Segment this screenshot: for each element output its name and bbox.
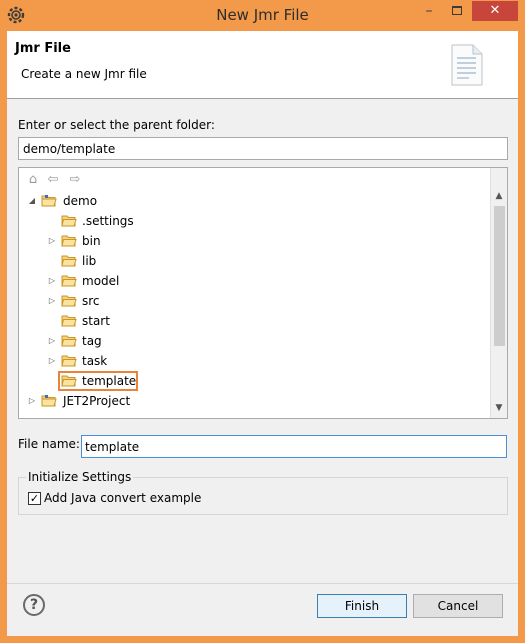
tree-item-label: template [82, 374, 137, 388]
tree-item-label: start [82, 314, 110, 328]
tree-item-demo[interactable]: ◢ demo [19, 191, 489, 211]
finish-button[interactable]: Finish [317, 594, 407, 618]
folder-icon [61, 295, 77, 307]
tree-item-jet2project[interactable]: ▷ JET2Project [19, 391, 489, 411]
folder-icon [61, 235, 77, 247]
tree-item-model[interactable]: ▷ model [19, 271, 489, 291]
tree-item-label: tag [82, 334, 102, 348]
tree-scrollbar[interactable]: ▲ ▼ [490, 168, 507, 418]
forward-arrow-icon[interactable]: ⇨ [67, 172, 83, 188]
tree-item-label: bin [82, 234, 101, 248]
tree-item-bin[interactable]: ▷ bin [19, 231, 489, 251]
back-arrow-icon[interactable]: ⇦ [45, 172, 61, 188]
maximize-icon [452, 6, 462, 15]
help-icon[interactable]: ? [23, 594, 45, 616]
banner-title: Jmr File [15, 41, 71, 56]
tree-item-tag[interactable]: ▷ tag [19, 331, 489, 351]
tree-item-label: .settings [82, 214, 134, 228]
group-title: Initialize Settings [26, 470, 134, 484]
cancel-button[interactable]: Cancel [413, 594, 503, 618]
folder-icon [61, 375, 77, 387]
folder-icon [61, 355, 77, 367]
tree-item-start[interactable]: start [19, 311, 489, 331]
expand-arrow-icon[interactable]: ▷ [47, 351, 57, 371]
expand-arrow-icon[interactable]: ▷ [47, 331, 57, 351]
tree-item-src[interactable]: ▷ src [19, 291, 489, 311]
initialize-settings-group: Initialize Settings ✓ Add Java convert e… [18, 470, 508, 515]
tree-item-label: lib [82, 254, 97, 268]
folder-tree[interactable]: ⌂ ⇦ ⇨ ◢ demo .settings ▷ bin lib ▷ model… [18, 167, 508, 419]
add-java-example-checkbox[interactable]: ✓ [28, 492, 41, 505]
project-icon [41, 195, 57, 207]
tree-item-label: task [82, 354, 108, 368]
maximize-button[interactable] [443, 1, 471, 21]
folder-icon [61, 255, 77, 267]
expand-arrow-icon[interactable]: ▷ [27, 391, 37, 411]
close-button[interactable]: ✕ [472, 1, 518, 21]
expand-arrow-icon[interactable]: ▷ [47, 231, 57, 251]
parent-folder-input[interactable] [18, 137, 508, 160]
checkbox-label[interactable]: Add Java convert example [44, 491, 201, 505]
tree-item-settings[interactable]: .settings [19, 211, 489, 231]
tree-item-label: demo [63, 194, 98, 208]
file-name-input[interactable] [81, 435, 507, 458]
folder-icon [61, 335, 77, 347]
header-banner: Jmr File Create a new Jmr file [7, 31, 518, 99]
expand-arrow-icon[interactable]: ▷ [47, 291, 57, 311]
minimize-button[interactable]: – [415, 1, 443, 21]
tree-item-label: model [82, 274, 120, 288]
home-icon[interactable]: ⌂ [25, 172, 41, 188]
project-icon [41, 395, 57, 407]
folder-icon [61, 275, 77, 287]
tree-item-lib[interactable]: lib [19, 251, 489, 271]
scroll-down-icon[interactable]: ▼ [491, 400, 507, 416]
document-icon [451, 44, 483, 86]
separator [7, 583, 518, 584]
title-bar[interactable]: New Jmr File – ✕ [0, 0, 525, 30]
tree-item-label: JET2Project [63, 394, 131, 408]
file-name-label: File name: [18, 437, 80, 451]
scroll-up-icon[interactable]: ▲ [491, 188, 507, 204]
collapse-arrow-icon[interactable]: ◢ [27, 191, 37, 211]
banner-description: Create a new Jmr file [21, 67, 147, 81]
dialog-content: Jmr File Create a new Jmr file Enter or … [7, 31, 518, 636]
tree-item-template[interactable]: template [19, 371, 489, 391]
dialog-window: New Jmr File – ✕ Jmr File Create a new J… [0, 0, 525, 643]
scroll-thumb[interactable] [494, 206, 505, 346]
tree-item-task[interactable]: ▷ task [19, 351, 489, 371]
parent-folder-label: Enter or select the parent folder: [18, 118, 215, 132]
tree-item-label: src [82, 294, 100, 308]
folder-icon [61, 315, 77, 327]
expand-arrow-icon[interactable]: ▷ [47, 271, 57, 291]
folder-icon [61, 215, 77, 227]
